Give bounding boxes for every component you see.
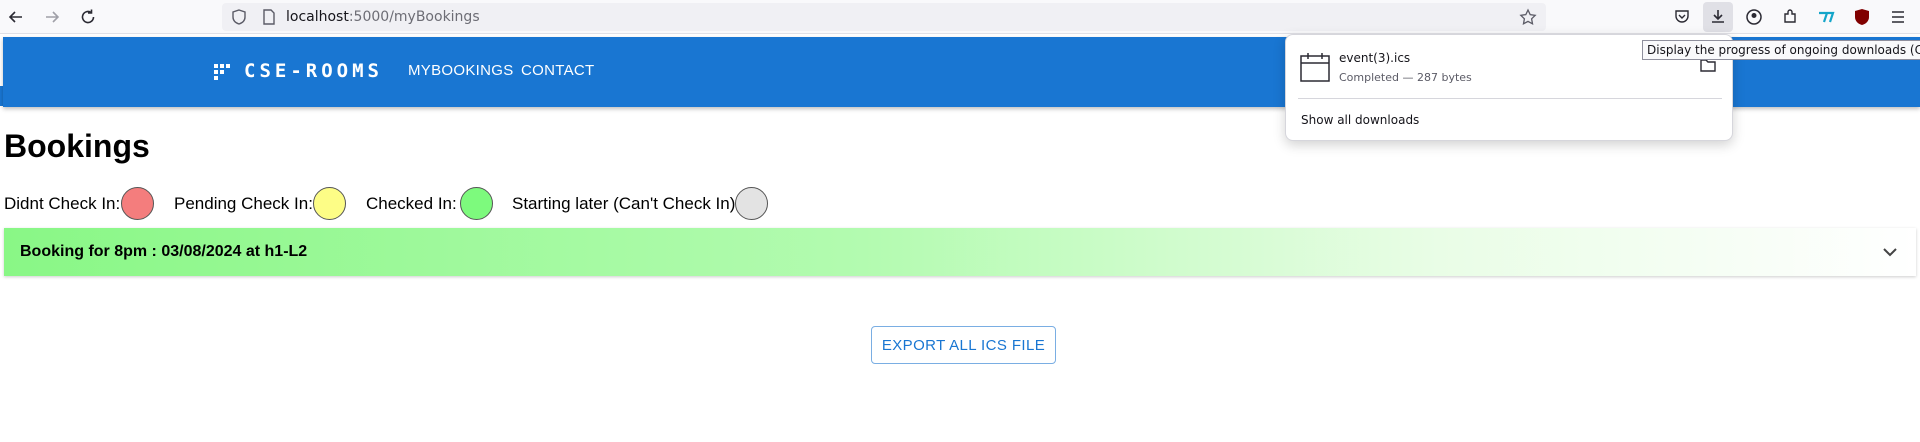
reload-button[interactable] — [73, 2, 103, 32]
download-file-name[interactable]: event(3).ics — [1339, 51, 1410, 65]
chevron-down-icon[interactable] — [1880, 242, 1900, 262]
legend-label-pending: Pending Check In: — [174, 194, 313, 213]
booking-accordion[interactable]: Booking for 8pm : 03/08/2024 at h1-L2 — [4, 228, 1916, 276]
downloads-tooltip: Display the progress of ongoing download… — [1642, 40, 1920, 60]
hamburger-menu-icon — [1892, 11, 1904, 23]
nav-mybookings[interactable]: MYBOOKINGS — [408, 62, 514, 79]
arrow-right-icon — [46, 11, 60, 23]
brand-name[interactable]: CSE-ROOMS — [244, 60, 383, 82]
downloads-button[interactable] — [1703, 2, 1733, 32]
legend-dot-didnt-check-in — [121, 187, 154, 220]
menu-button[interactable] — [1883, 2, 1913, 32]
back-button[interactable] — [1, 2, 31, 32]
star-icon[interactable] — [1519, 8, 1537, 26]
url-path: :5000/myBookings — [348, 9, 480, 25]
arrow-left-icon — [8, 11, 22, 23]
page-icon[interactable] — [260, 8, 278, 26]
download-status: Completed — 287 bytes — [1339, 71, 1472, 84]
reload-icon — [81, 9, 95, 24]
nav-contact[interactable]: CONTACT — [521, 62, 594, 79]
extension-button[interactable] — [1811, 2, 1841, 32]
account-icon — [1746, 9, 1762, 25]
legend-dot-checked-in — [460, 187, 493, 220]
show-all-downloads-link[interactable]: Show all downloads — [1301, 113, 1419, 127]
puzzle-icon — [1784, 9, 1796, 23]
legend-dot-starting-later — [735, 187, 768, 220]
legend-label-didnt-check-in: Didnt Check In: — [4, 194, 121, 213]
extension-logo-icon — [1819, 11, 1835, 23]
export-ics-button[interactable]: EXPORT ALL ICS FILE — [871, 326, 1056, 364]
booking-title: Booking for 8pm : 03/08/2024 at h1-L2 — [20, 243, 308, 260]
ublock-icon — [1855, 9, 1869, 25]
legend-dot-pending — [313, 187, 346, 220]
divider — [1298, 98, 1722, 99]
url-host: localhost — [286, 9, 349, 25]
calendar-file-icon — [1300, 53, 1330, 82]
pocket-icon — [1675, 10, 1689, 23]
logo-icon — [214, 64, 230, 80]
pocket-button[interactable] — [1667, 2, 1697, 32]
download-icon — [1712, 10, 1724, 23]
legend-label-starting-later: Starting later (Can't Check In): — [512, 194, 741, 213]
shield-icon[interactable] — [230, 8, 248, 26]
account-button[interactable] — [1739, 2, 1769, 32]
forward-button[interactable] — [37, 2, 67, 32]
extensions-button[interactable] — [1775, 2, 1805, 32]
url-bar[interactable]: localhost:5000/myBookings — [222, 3, 1546, 31]
url-text[interactable]: localhost:5000/myBookings — [286, 9, 480, 25]
browser-toolbar: localhost:5000/myBookings — [0, 0, 1920, 34]
legend-label-checked-in: Checked In: — [366, 194, 457, 213]
page-title: Bookings — [4, 128, 150, 164]
ublock-button[interactable] — [1847, 2, 1877, 32]
